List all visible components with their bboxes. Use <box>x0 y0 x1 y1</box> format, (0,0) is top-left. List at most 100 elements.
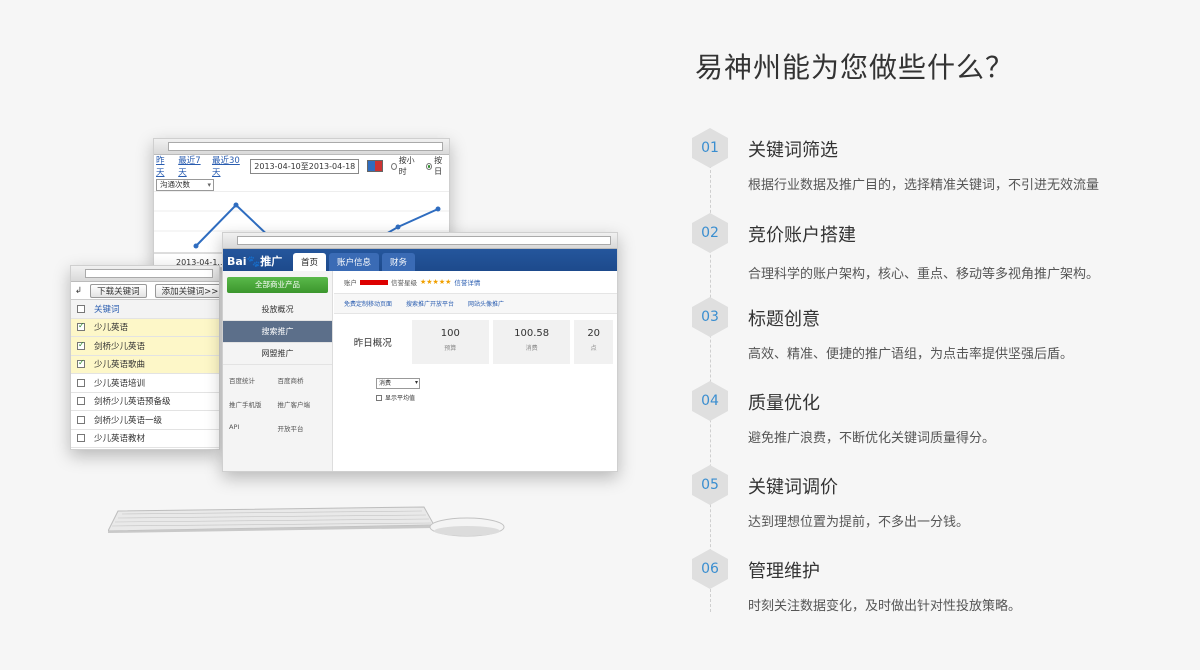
account-name-redacted <box>360 279 388 285</box>
keyword-text: 少儿英语培训 <box>94 378 146 389</box>
stat-value: 100 <box>440 328 460 339</box>
show-average-checkbox[interactable]: 显示平均值 <box>376 393 617 402</box>
tool-link[interactable]: 百度统计 <box>229 375 278 385</box>
account-label: 账户 <box>344 279 357 287</box>
credit-label: 信誉星级 <box>391 279 417 287</box>
keyword-text: 剑桥少儿英语 <box>94 341 146 352</box>
checkbox-box[interactable] <box>376 394 382 401</box>
data-point <box>193 243 199 249</box>
data-point <box>435 206 441 212</box>
hexagon-number-badge: 03 <box>692 297 728 337</box>
address-bar <box>237 236 611 245</box>
row-checkbox[interactable] <box>77 340 85 350</box>
address-bar <box>85 269 213 278</box>
range-link-yesterday[interactable]: 昨天 <box>156 154 170 178</box>
menu-overview[interactable]: 投放概况 <box>223 299 332 321</box>
service-description: 达到理想位置为提前，不多出一分钱。 <box>748 515 970 530</box>
row-checkbox[interactable] <box>77 397 85 406</box>
tab-finance[interactable]: 财务 <box>382 253 416 271</box>
add-keywords-button[interactable]: 添加关键词>> <box>154 283 219 298</box>
radio-by-hour-label: 按小时 <box>398 156 415 176</box>
quick-link[interactable]: 免费定制移动页面 <box>344 299 392 308</box>
radio-by-day[interactable]: 按日 <box>426 155 447 177</box>
select-all-checkbox[interactable] <box>77 304 85 313</box>
tool-link[interactable]: 百度商桥 <box>278 375 327 385</box>
hexagon-number-badge: 02 <box>692 213 728 253</box>
service-item: 01 关键词筛选 根据行业数据及推广目的，选择精准关键词，不引进无效流量 <box>692 128 1162 193</box>
table-header: 关键词 <box>71 300 219 319</box>
service-description: 高效、精准、便捷的推广语组，为点击率提供坚强后盾。 <box>748 347 1074 362</box>
hexagon-number-badge: 05 <box>692 465 728 505</box>
show-average-label: 显示平均值 <box>385 395 416 402</box>
service-description: 根据行业数据及推广目的，选择精准关键词，不引进无效流量 <box>748 178 1100 193</box>
baidu-logo: Bai🐾推广 <box>227 255 283 268</box>
tool-link[interactable]: API <box>229 423 278 433</box>
summary-stats: 昨日概况 100 预算 100.58 消费 20 点 <box>334 314 617 370</box>
service-description: 时刻关注数据变化，及时做出针对性投放策略。 <box>748 599 1022 614</box>
service-item: 06 管理维护 时刻关注数据变化，及时做出针对性投放策略。 <box>692 549 1162 614</box>
table-row[interactable]: 剑桥少儿英语 <box>71 337 219 356</box>
hexagon-number-badge: 04 <box>692 381 728 421</box>
download-keywords-button[interactable]: 下载关键词 <box>90 283 147 298</box>
range-link-7days[interactable]: 最近7天 <box>178 154 204 178</box>
keyword-text: 剑桥少儿英语预备级 <box>94 397 171 408</box>
data-point <box>395 224 401 230</box>
date-range-input[interactable]: 2013-04-10至2013-04-18 <box>250 158 360 174</box>
table-row[interactable]: 少儿英语 <box>71 318 219 337</box>
return-arrow-icon[interactable]: ↲ <box>75 286 82 296</box>
keyboard-image <box>108 506 434 533</box>
tool-links: 百度统计 百度商桥 推广手机版 推广客户端 API 开放平台 <box>223 365 332 443</box>
window-titlebar <box>71 266 219 282</box>
stat-label: 预算 <box>444 345 457 352</box>
baidu-promotion-window: Bai🐾推广 首页 账户信息 财务 全部商业产品 投放概况 搜索推广 网盟推广 … <box>222 232 618 472</box>
quick-link[interactable]: 搜索推广开放平台 <box>406 299 454 308</box>
row-checkbox[interactable] <box>77 415 85 424</box>
stat-budget: 100 预算 <box>411 320 489 364</box>
table-row[interactable]: 少儿英语教材 <box>71 430 219 448</box>
radio-by-hour[interactable]: 按小时 <box>390 155 419 177</box>
service-description: 避免推广浪费，不断优化关键词质量得分。 <box>748 431 996 446</box>
window-titlebar <box>154 139 449 155</box>
address-bar <box>168 142 443 151</box>
baidu-sidebar: 全部商业产品 投放概况 搜索推广 网盟推广 百度统计 百度商桥 推广手机版 推广… <box>223 271 333 471</box>
window-titlebar <box>223 233 617 249</box>
row-checkbox[interactable] <box>77 434 85 443</box>
keyword-text: 少儿英语歌曲 <box>94 360 146 371</box>
hexagon-number-badge: 01 <box>692 128 728 168</box>
metric-select[interactable]: 沟通次数 <box>156 179 214 191</box>
keyword-column-header: 关键词 <box>94 304 120 315</box>
all-products-button[interactable]: 全部商业产品 <box>227 277 328 293</box>
stat-label: 消费 <box>525 345 538 352</box>
data-point <box>233 202 239 208</box>
range-link-30days[interactable]: 最近30天 <box>212 154 242 178</box>
menu-search-promotion[interactable]: 搜索推广 <box>223 321 332 343</box>
metric-select[interactable]: 消费 <box>376 378 420 389</box>
service-title: 关键词筛选 <box>748 140 838 161</box>
table-row[interactable]: 少儿英语培训 <box>71 374 219 393</box>
credit-details-link[interactable]: 信誉详情 <box>454 277 480 287</box>
calendar-icon[interactable] <box>367 160 383 172</box>
tool-link[interactable]: 推广客户端 <box>278 399 327 409</box>
table-row[interactable]: 剑桥少儿英语一级 <box>71 411 219 430</box>
row-checkbox[interactable] <box>77 358 85 369</box>
tool-link[interactable]: 开放平台 <box>278 423 327 433</box>
page-heading: 易神州能为您做些什么？ <box>695 51 1015 84</box>
tab-account-info[interactable]: 账户信息 <box>329 253 380 271</box>
stat-label: 点 <box>590 345 597 352</box>
tab-home[interactable]: 首页 <box>293 253 327 271</box>
row-checkbox[interactable] <box>77 321 85 332</box>
service-title: 关键词调价 <box>748 477 838 498</box>
quick-link[interactable]: 网站头像推广 <box>468 299 504 308</box>
radio-by-day-label: 按日 <box>434 156 443 176</box>
keyword-toolbar: ↲ 下载关键词 添加关键词>> <box>71 282 219 300</box>
table-row[interactable]: 剑桥少儿英语预备级 <box>71 393 219 411</box>
baidu-tabs: 首页 账户信息 财务 <box>293 253 416 271</box>
hexagon-number-badge: 06 <box>692 549 728 589</box>
keyword-text: 剑桥少儿英语一级 <box>94 415 163 426</box>
menu-network-promotion[interactable]: 网盟推广 <box>223 343 332 365</box>
service-description: 合理科学的账户架构，核心、重点、移动等多视角推广架构。 <box>748 267 1100 282</box>
tool-link[interactable]: 推广手机版 <box>229 399 278 409</box>
keyword-window: ↲ 下载关键词 添加关键词>> 关键词 少儿英语 剑桥少儿英语 少儿英语歌曲 少… <box>70 265 220 450</box>
row-checkbox[interactable] <box>77 378 85 387</box>
table-row[interactable]: 少儿英语歌曲 <box>71 355 219 374</box>
